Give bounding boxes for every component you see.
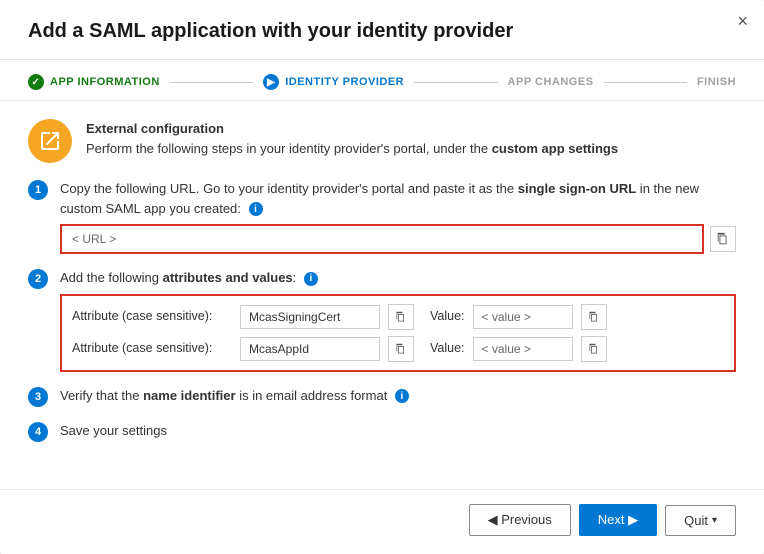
step-app-changes-label: APP CHANGES — [508, 76, 594, 88]
instruction-step-3: 3 Verify that the name identifier is in … — [28, 386, 736, 407]
info-icon-1[interactable]: i — [249, 202, 263, 216]
quit-button[interactable]: Quit ▾ — [665, 505, 736, 536]
dialog-title: Add a SAML application with your identit… — [0, 0, 764, 60]
step-4-content: Save your settings — [60, 421, 736, 441]
instruction-step-4: 4 Save your settings — [28, 421, 736, 442]
step-2-content: Add the following attributes and values:… — [60, 268, 736, 372]
external-link-icon — [38, 129, 62, 153]
value-label-1: Value: — [430, 307, 465, 326]
step-number-1: 1 — [28, 180, 48, 200]
saml-dialog: × Add a SAML application with your ident… — [0, 0, 764, 554]
step-number-3: 3 — [28, 387, 48, 407]
value-label-2: Value: — [430, 339, 465, 358]
step-active-icon: ▶ — [263, 74, 279, 90]
info-icon-2[interactable]: i — [304, 272, 318, 286]
step-3-text-prefix: Verify that the — [60, 388, 143, 403]
attr-label-2: Attribute (case sensitive): — [72, 339, 232, 358]
step-number-2: 2 — [28, 269, 48, 289]
config-title: External configuration — [86, 121, 224, 136]
value-copy-button-1[interactable] — [581, 304, 607, 330]
external-config-header: External configuration Perform the follo… — [28, 119, 736, 163]
step-1-content: Copy the following URL. Go to your ident… — [60, 179, 736, 254]
attr-input-1[interactable] — [240, 305, 380, 329]
step-finish-label: FINISH — [697, 76, 736, 88]
step-line-1 — [170, 82, 253, 83]
value-copy-button-2[interactable] — [581, 336, 607, 362]
config-icon-circle — [28, 119, 72, 163]
step-1-text-bold: single sign-on URL — [518, 181, 636, 196]
copy-icon — [588, 343, 600, 355]
previous-button[interactable]: ◀ Previous — [469, 504, 571, 536]
step-2-text-suffix: : — [293, 270, 297, 285]
url-copy-button[interactable] — [710, 226, 736, 252]
url-input[interactable] — [60, 224, 704, 254]
step-identity-provider-label: IDENTITY PROVIDER — [285, 76, 404, 88]
step-4-text-prefix: Save your settings — [60, 423, 167, 438]
attributes-table: Attribute (case sensitive): Value: — [60, 294, 736, 372]
info-icon-3[interactable]: i — [395, 389, 409, 403]
step-2-text-bold: attributes and values — [163, 270, 293, 285]
instruction-step-2: 2 Add the following attributes and value… — [28, 268, 736, 372]
attr-input-2[interactable] — [240, 337, 380, 361]
attr-label-1: Attribute (case sensitive): — [72, 307, 232, 326]
config-text-block: External configuration Perform the follo… — [86, 119, 618, 158]
next-button[interactable]: Next ▶ — [579, 504, 657, 536]
copy-icon — [588, 311, 600, 323]
config-desc-bold: custom app settings — [492, 141, 618, 156]
step-1-text-prefix: Copy the following URL. Go to your ident… — [60, 181, 518, 196]
step-3-text-suffix: is in email address format — [236, 388, 388, 403]
copy-icon — [395, 343, 407, 355]
attr-copy-button-1[interactable] — [388, 304, 414, 330]
step-app-information-label: APP INFORMATION — [50, 76, 160, 88]
dialog-footer: ◀ Previous Next ▶ Quit ▾ — [0, 489, 764, 554]
value-input-2[interactable] — [473, 337, 573, 361]
attr-copy-button-2[interactable] — [388, 336, 414, 362]
step-2-text-prefix: Add the following — [60, 270, 163, 285]
step-finish: FINISH — [697, 76, 736, 88]
instruction-step-1: 1 Copy the following URL. Go to your ide… — [28, 179, 736, 254]
dialog-content: External configuration Perform the follo… — [0, 101, 764, 489]
step-line-2 — [414, 82, 497, 83]
step-app-changes: APP CHANGES — [508, 76, 594, 88]
attr-row-2: Attribute (case sensitive): Value: — [72, 336, 724, 362]
step-3-content: Verify that the name identifier is in em… — [60, 386, 736, 406]
copy-icon — [716, 232, 730, 246]
step-done-icon: ✓ — [28, 74, 44, 90]
step-line-3 — [604, 82, 687, 83]
step-number-4: 4 — [28, 422, 48, 442]
config-desc-prefix: Perform the following steps in your iden… — [86, 141, 492, 156]
attr-row-1: Attribute (case sensitive): Value: — [72, 304, 724, 330]
step-identity-provider: ▶ IDENTITY PROVIDER — [263, 74, 404, 90]
value-input-1[interactable] — [473, 305, 573, 329]
quit-label: Quit — [684, 513, 708, 528]
wizard-steps: ✓ APP INFORMATION ▶ IDENTITY PROVIDER AP… — [0, 60, 764, 101]
url-field-wrapper — [60, 224, 736, 254]
steps-list: 1 Copy the following URL. Go to your ide… — [28, 179, 736, 442]
copy-icon — [395, 311, 407, 323]
quit-chevron-icon: ▾ — [712, 515, 717, 526]
step-app-information: ✓ APP INFORMATION — [28, 74, 160, 90]
step-3-text-bold: name identifier — [143, 388, 235, 403]
close-button[interactable]: × — [737, 12, 748, 30]
